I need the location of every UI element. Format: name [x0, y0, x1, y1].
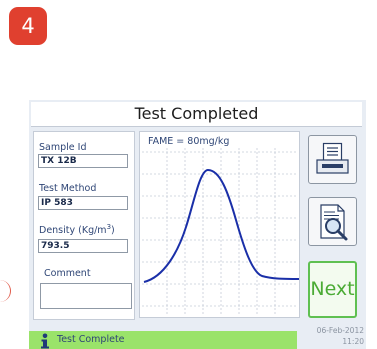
document-search-icon	[320, 204, 348, 241]
status-bar: Test Complete	[29, 331, 297, 349]
test-method-label: Test Method	[39, 183, 97, 194]
status-time: 11:20	[342, 337, 364, 346]
result-chart	[142, 148, 300, 315]
comment-field[interactable]	[40, 283, 132, 309]
printer-icon	[316, 142, 349, 174]
comment-label: Comment	[44, 268, 91, 279]
edge-decoration	[0, 280, 11, 302]
status-message: Test Complete	[57, 334, 125, 345]
test-method-field[interactable]: IP 583	[38, 196, 128, 210]
result-chart-panel: FAME = 80mg/kg	[139, 131, 300, 318]
screen-title: Test Completed	[31, 102, 362, 127]
density-field[interactable]: 793.5	[38, 239, 128, 253]
info-icon	[41, 333, 49, 349]
density-label: Density (Kg/m3)	[39, 223, 115, 237]
chart-annotation: FAME = 80mg/kg	[148, 136, 230, 147]
status-date: 06-Feb-2012	[316, 326, 364, 335]
instrument-screen: Test Completed Sample Id TX 12B Test Met…	[29, 100, 366, 349]
sample-id-label: Sample Id	[39, 142, 87, 153]
sample-id-field[interactable]: TX 12B	[38, 154, 128, 168]
next-button[interactable]: Next	[308, 261, 357, 318]
step-number-badge: 4	[9, 7, 47, 45]
sample-details-panel: Sample Id TX 12B Test Method IP 583 Dens…	[33, 131, 135, 320]
print-button[interactable]	[308, 135, 357, 184]
datetime-display: 06-Feb-2012 11:20	[300, 325, 364, 349]
view-report-button[interactable]	[308, 197, 357, 246]
